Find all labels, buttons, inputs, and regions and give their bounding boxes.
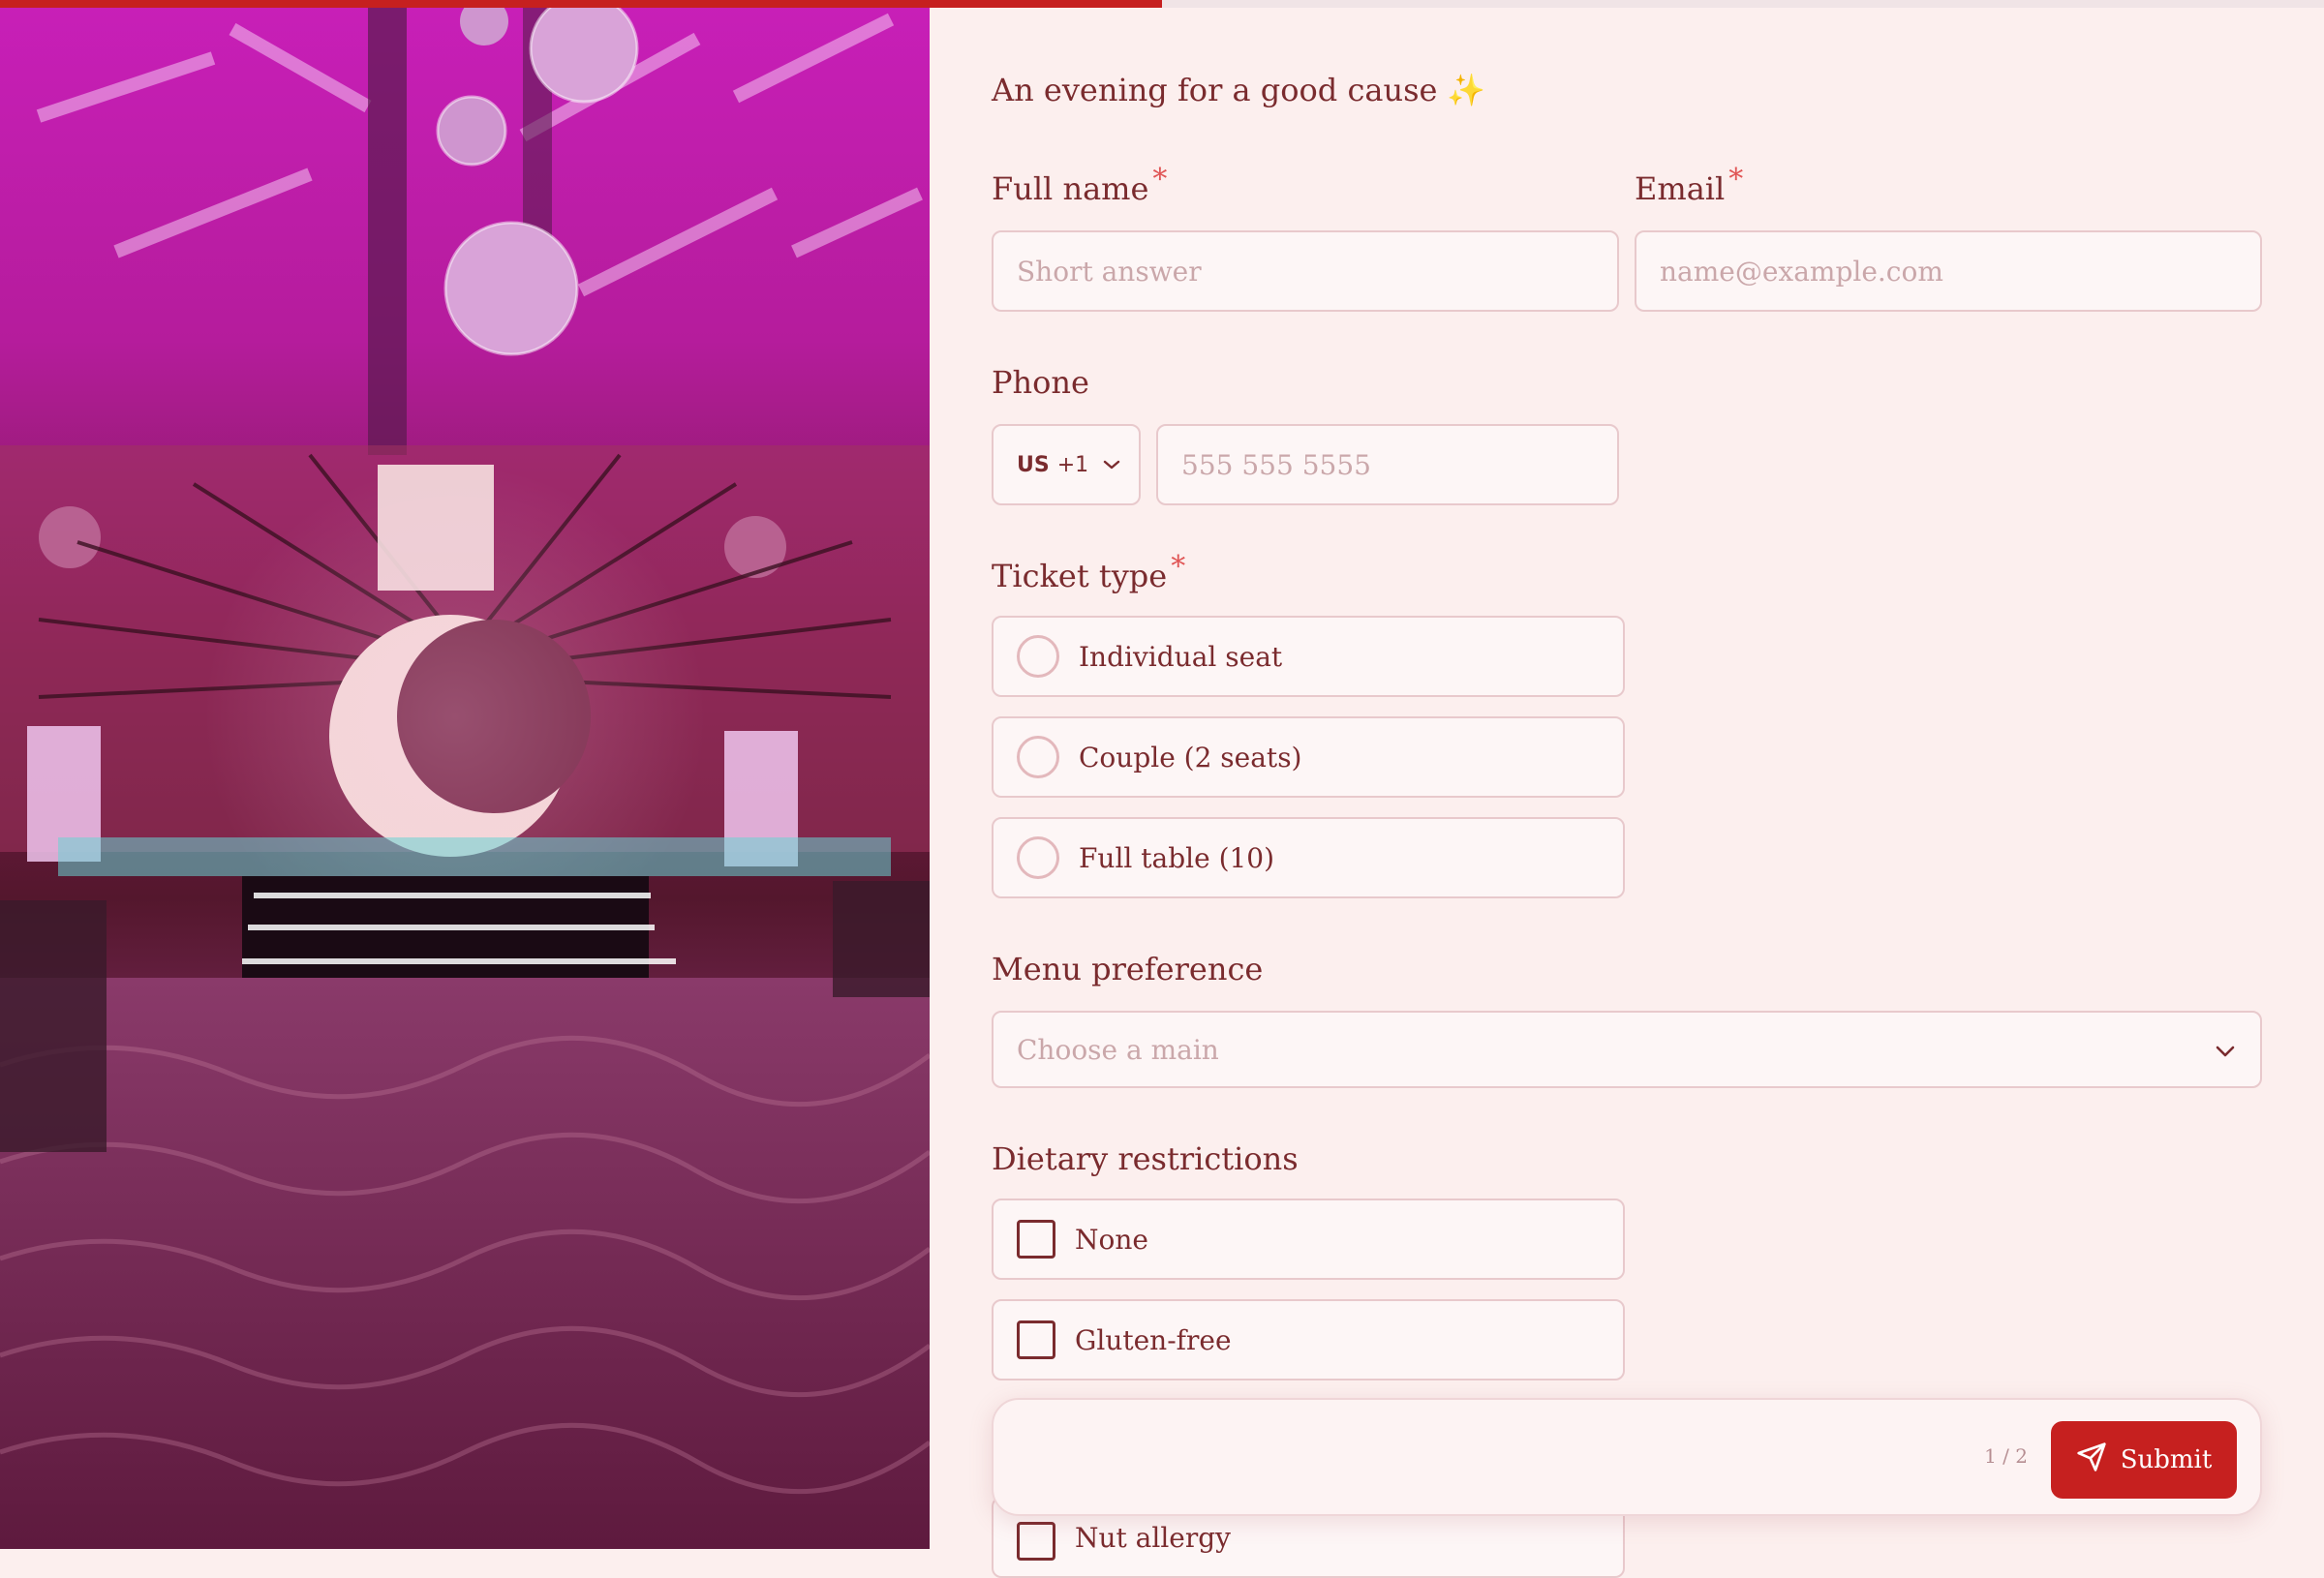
ticket-option-couple[interactable]: Couple (2 seats): [992, 716, 1625, 798]
phone-input[interactable]: [1156, 424, 1619, 505]
checkbox[interactable]: [1017, 1220, 1055, 1259]
menu-preference-select[interactable]: Choose a main: [992, 1011, 2262, 1088]
country-code-select[interactable]: US +1: [992, 424, 1141, 505]
dietary-restrictions-label: Dietary restrictions: [992, 1140, 1299, 1177]
progress-fill: [0, 0, 1162, 8]
required-marker: *: [1171, 550, 1186, 584]
dietary-option-label: Nut allergy: [1075, 1522, 1231, 1554]
checkbox[interactable]: [1017, 1320, 1055, 1359]
menu-preference-placeholder: Choose a main: [1017, 1033, 1219, 1066]
dietary-option-label: Gluten-free: [1075, 1323, 1232, 1356]
sparkle-icon: ✨: [1447, 72, 1486, 108]
send-icon: [2076, 1441, 2107, 1479]
dietary-option-gluten-free[interactable]: Gluten-free: [992, 1299, 1625, 1381]
dietary-option-none[interactable]: None: [992, 1199, 1625, 1280]
ticket-type-label: Ticket type *: [992, 550, 1185, 594]
country-code: US: [1017, 452, 1050, 477]
checkbox[interactable]: [1017, 1522, 1055, 1561]
ticket-option-label: Full table (10): [1079, 841, 1275, 874]
event-registration-form: An evening for a good cause ✨ Full name * …: [930, 0, 2324, 1578]
dial-code: +1: [1056, 452, 1089, 477]
dietary-option-label: None: [1075, 1223, 1148, 1256]
submit-label: Submit: [2120, 1445, 2213, 1474]
form-heading-text: An evening for a good cause: [992, 72, 1438, 108]
progress-bar: [0, 0, 2324, 8]
menu-preference-label: Menu preference: [992, 951, 1264, 987]
ticket-type-label-text: Ticket type: [992, 558, 1168, 594]
radio-button[interactable]: [1017, 635, 1059, 678]
ticket-option-label: Couple (2 seats): [1079, 741, 1302, 774]
email-label: Email *: [1635, 163, 1743, 207]
required-marker: *: [1152, 163, 1168, 197]
chevron-down-icon: [2214, 1034, 2237, 1066]
form-footer-bar: 1 / 2 Submit: [992, 1398, 2262, 1516]
ticket-option-full-table[interactable]: Full table (10): [992, 817, 1625, 898]
ticket-option-individual[interactable]: Individual seat: [992, 616, 1625, 697]
submit-button[interactable]: Submit: [2051, 1421, 2237, 1499]
form-heading: An evening for a good cause ✨: [992, 72, 1485, 108]
page-count: 1 / 2: [1984, 1444, 2028, 1468]
radio-button[interactable]: [1017, 736, 1059, 778]
event-venue-photo: [0, 0, 930, 1549]
venue-illustration: [0, 0, 930, 1549]
full-name-label: Full name *: [992, 163, 1167, 207]
full-name-label-text: Full name: [992, 170, 1149, 207]
phone-label: Phone: [992, 364, 1089, 401]
ticket-option-label: Individual seat: [1079, 640, 1283, 673]
email-input[interactable]: [1635, 230, 2262, 312]
chevron-down-icon: [1102, 453, 1121, 477]
email-label-text: Email: [1635, 170, 1726, 207]
required-marker: *: [1728, 163, 1744, 197]
radio-button[interactable]: [1017, 836, 1059, 879]
full-name-input[interactable]: [992, 230, 1619, 312]
